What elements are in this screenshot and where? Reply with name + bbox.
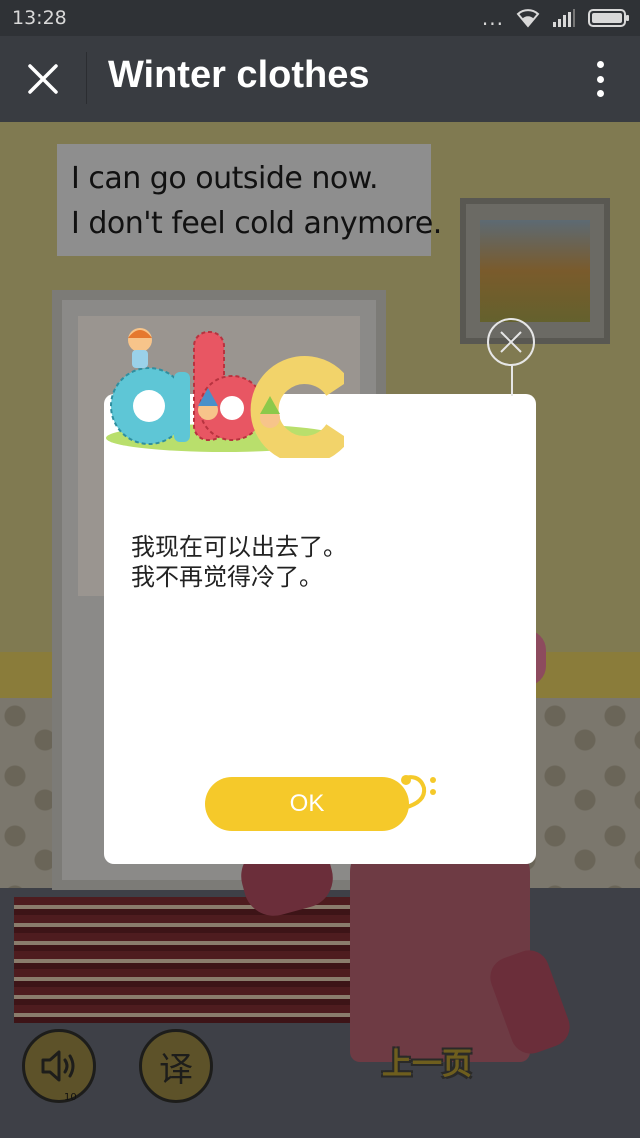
story-caption: I can go outside now. I don't feel cold …	[57, 144, 442, 256]
translation-line: 我不再觉得冷了。	[131, 563, 323, 591]
bass-clef-icon	[401, 775, 436, 810]
close-button[interactable]	[22, 58, 64, 100]
app-bar: Winter clothes	[0, 36, 640, 122]
app-bar-divider	[86, 52, 87, 104]
audio-button[interactable]	[22, 1029, 96, 1103]
more-dots-icon: ...	[481, 6, 504, 30]
status-time: 13:28	[12, 7, 67, 29]
battery-icon	[588, 9, 629, 27]
signal-icon	[553, 9, 575, 27]
page-number: 10	[64, 1092, 77, 1103]
wifi-icon	[516, 9, 540, 28]
abc-logo-icon	[106, 328, 344, 458]
scene-painting	[460, 198, 610, 344]
status-bar: 13:28 ...	[0, 0, 640, 36]
caption-line: I don't feel cold anymore.	[71, 206, 442, 241]
translation-text: 我现在可以出去了。 我不再觉得冷了。	[131, 532, 511, 592]
dialog-close-tether	[511, 364, 513, 396]
close-icon	[500, 331, 522, 353]
status-icons: ...	[482, 6, 630, 30]
dialog-close-button[interactable]	[487, 318, 535, 366]
close-icon	[28, 64, 58, 94]
translate-button[interactable]: 译	[139, 1029, 213, 1103]
previous-page-button[interactable]: 上一页	[382, 1039, 472, 1083]
translation-line: 我现在可以出去了。	[131, 533, 347, 561]
caption-line: I can go outside now.	[71, 161, 379, 196]
more-vertical-icon	[596, 61, 604, 68]
ok-button[interactable]: OK	[205, 777, 409, 831]
more-options-button[interactable]	[590, 58, 610, 100]
page-title: Winter clothes	[108, 54, 370, 96]
speaker-icon	[41, 1050, 75, 1082]
scene-character	[350, 842, 530, 1062]
